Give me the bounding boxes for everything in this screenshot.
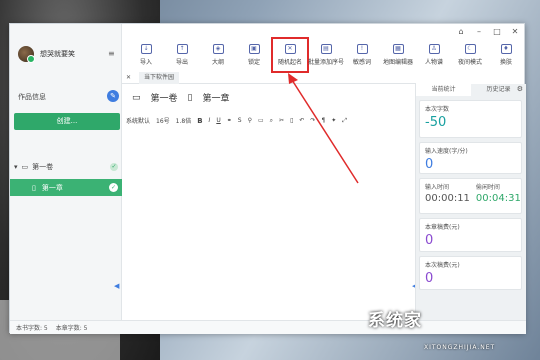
arrow-line <box>291 79 359 184</box>
watermark-url: XITONGZHIJIA.NET <box>424 344 496 351</box>
annotation-arrow <box>288 73 359 184</box>
watermark-logo: 系统家 <box>368 311 422 331</box>
